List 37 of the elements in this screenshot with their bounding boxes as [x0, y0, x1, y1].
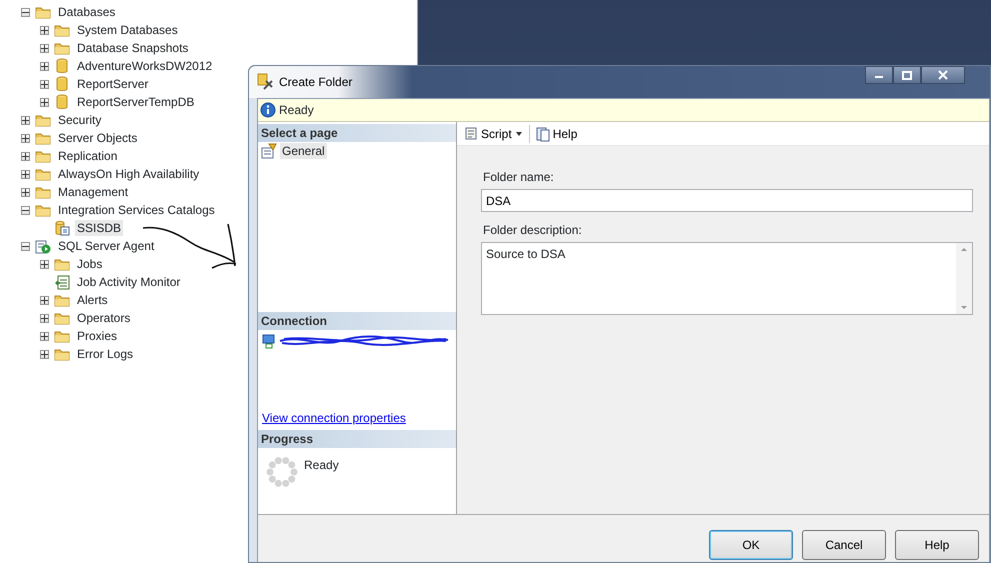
tree-item[interactable]: SQL Server Agent [56, 238, 156, 254]
tree-item[interactable]: SSISDB [75, 220, 124, 236]
tree-item[interactable]: Proxies [75, 328, 120, 344]
field-label: Folder name: [483, 169, 555, 186]
section-header: Connection [258, 312, 456, 330]
tree-item[interactable]: AlwaysOn High Availability [56, 166, 202, 182]
tree-item[interactable]: Integration Services Catalogs [56, 202, 217, 218]
tree-item[interactable]: ReportServerTempDB [75, 94, 196, 110]
field-label: Folder description: [483, 222, 583, 239]
help-button[interactable]: Help [532, 124, 580, 142]
text-area[interactable]: Source to DSA [481, 242, 973, 315]
tree-item[interactable]: Alerts [75, 292, 110, 308]
tree-item[interactable]: Server Objects [56, 130, 140, 146]
tree-item[interactable]: Databases [56, 4, 118, 20]
tree-item[interactable]: Database Snapshots [75, 40, 190, 56]
page-item[interactable]: General [280, 143, 327, 159]
dialog-button[interactable]: Cancel [802, 530, 886, 560]
tree-item[interactable]: Security [56, 112, 104, 128]
tree-item[interactable]: ReportServer [75, 76, 150, 92]
dialog-button[interactable]: Help [895, 530, 979, 560]
window-title: Create Folder [279, 74, 352, 91]
section-header: Progress [258, 430, 456, 448]
section-header: Select a page [258, 124, 456, 142]
connection-properties-link[interactable]: View connection properties [262, 409, 452, 427]
tree-item[interactable]: Management [56, 184, 130, 200]
progress-text: Ready [304, 457, 339, 474]
script-button[interactable]: Script [460, 124, 527, 142]
tree-item[interactable]: AdventureWorksDW2012 [75, 58, 214, 74]
text-field[interactable]: DSA [481, 189, 973, 212]
tree-item[interactable]: Jobs [75, 256, 104, 272]
status-text: Ready [279, 102, 314, 119]
tree-item[interactable]: Operators [75, 310, 132, 326]
dialog-button[interactable]: OK [709, 530, 793, 560]
tree-item[interactable]: System Databases [75, 22, 180, 38]
tree-item[interactable]: Job Activity Monitor [75, 274, 182, 290]
tree-item[interactable]: Error Logs [75, 346, 136, 362]
tree-item[interactable]: Replication [56, 148, 120, 164]
